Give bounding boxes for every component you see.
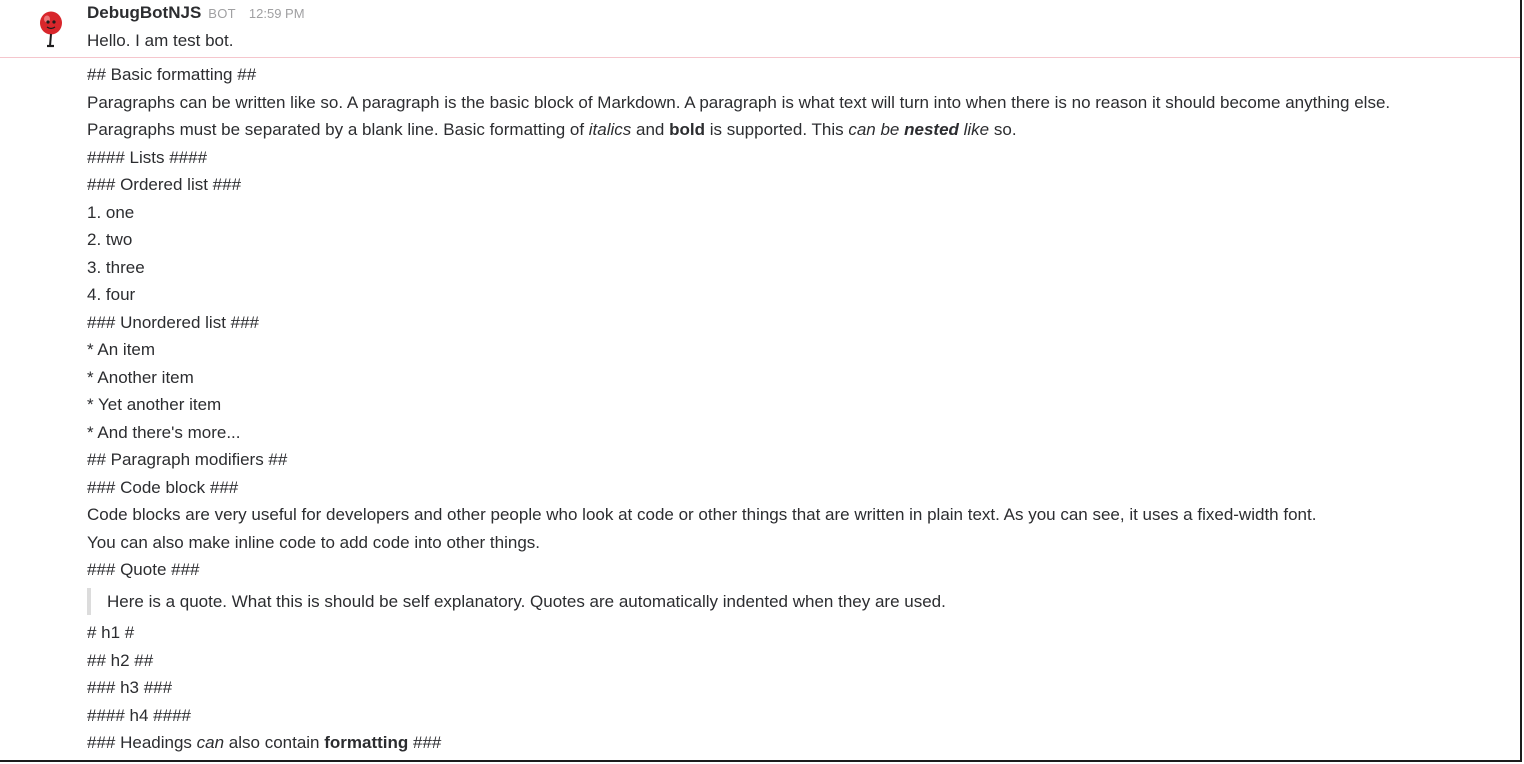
list-item: * And there's more... (87, 422, 241, 442)
balloon-icon (40, 11, 62, 48)
message-header: DebugBotNJS BOT 12:59 PM (87, 3, 305, 25)
list-item: * Yet another item (87, 395, 222, 414)
bold-text: formatting (324, 733, 409, 752)
italic-text: can (196, 733, 225, 752)
message-timestamp[interactable]: 12:59 PM (249, 6, 305, 21)
heading-text: ### (408, 733, 442, 752)
heading-h4: #### h4 #### (87, 705, 191, 725)
list-item: 3. three (87, 257, 145, 277)
heading-h2: ## h2 ## (87, 650, 154, 670)
heading-unordered-list: ### Unordered list ### (87, 312, 260, 332)
italic-text: like (958, 120, 990, 139)
greeting-message: Hello. I am test bot. (87, 31, 234, 50)
list-item: 2. two (87, 230, 133, 249)
paragraph-text: is supported. This (705, 120, 849, 139)
message-body: ## Basic formatting ## Paragraphs can be… (87, 61, 1515, 757)
heading-h1: # h1 # (87, 623, 135, 642)
bot-avatar[interactable] (34, 10, 68, 50)
heading-text: also contain (224, 733, 325, 752)
paragraph-text: Paragraphs must be separated by a blank … (87, 120, 589, 139)
paragraph-text: and (631, 120, 670, 139)
heading-code-block: ### Code block ### (87, 477, 239, 497)
heading-basic-formatting: ## Basic formatting ## (87, 65, 257, 84)
list-item: 4. four (87, 285, 136, 304)
nested-bold-text: nested (904, 120, 959, 139)
heading-text: ### Headings (87, 733, 197, 752)
blockquote: Here is a quote. What this is should be … (87, 587, 1515, 615)
code-paragraph-line-1: Code blocks are very useful for develope… (87, 505, 1317, 524)
bot-badge: BOT (208, 6, 236, 21)
author-name[interactable]: DebugBotNJS (87, 3, 201, 23)
list-item: 1. one (87, 202, 135, 222)
heading-h3: ### h3 ### (87, 678, 173, 697)
heading-lists: #### Lists #### (87, 147, 208, 167)
heading-ordered-list: ### Ordered list ### (87, 175, 242, 194)
nested-text: nested (904, 120, 959, 139)
code-paragraph-line-2: You can also make inline code to add cod… (87, 532, 541, 552)
italics-text: italics (588, 120, 632, 139)
heading-paragraph-modifiers: ## Paragraph modifiers ## (87, 450, 288, 469)
list-item: * Another item (87, 367, 194, 387)
new-messages-divider (0, 57, 1520, 58)
bold-text: bold (669, 120, 705, 139)
paragraph-line-2: Paragraphs must be separated by a blank … (87, 116, 1515, 144)
list-item: * An item (87, 340, 156, 359)
paragraph-text: so. (989, 120, 1017, 139)
heading-quote: ### Quote ### (87, 560, 200, 579)
paragraph-line-1: Paragraphs can be written like so. A par… (87, 92, 1391, 112)
message-pane: DebugBotNJS BOT 12:59 PM Hello. I am tes… (0, 0, 1522, 762)
italic-text: can be (848, 120, 900, 139)
heading-formatting: ### Headings can also contain formatting… (87, 729, 1515, 757)
